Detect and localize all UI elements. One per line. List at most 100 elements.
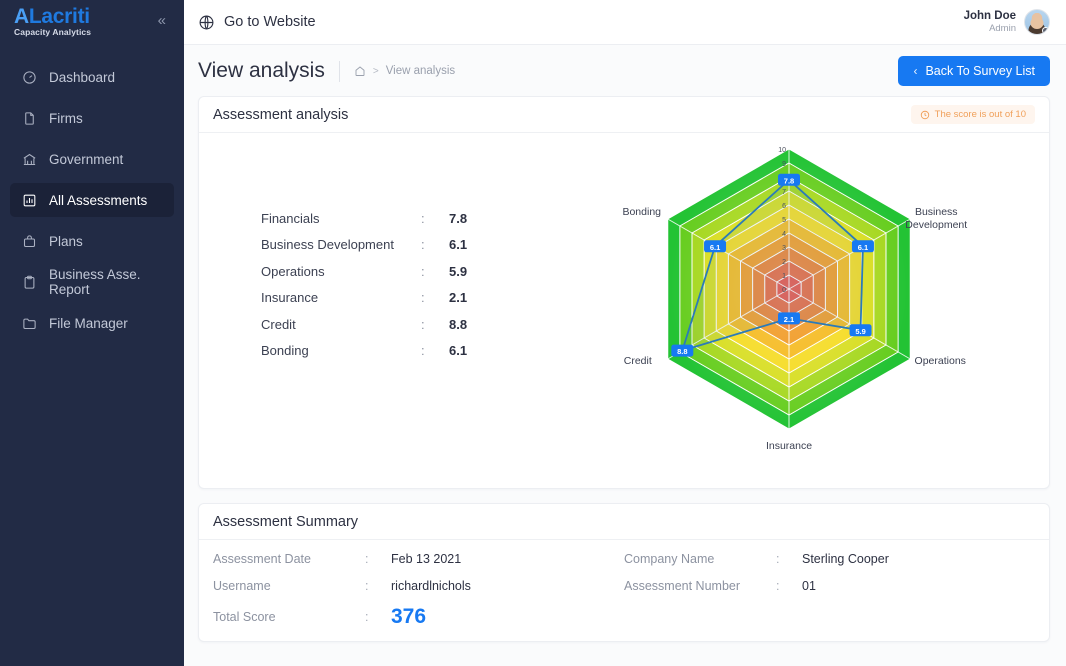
breadcrumb-separator: > bbox=[373, 66, 379, 77]
radar-axis-label: Insurance bbox=[766, 440, 812, 452]
page-title: View analysis bbox=[198, 59, 325, 83]
assessment-summary-body: Assessment Date : Feb 13 2021 Company Na… bbox=[199, 540, 1049, 641]
sidebar-item-label: Plans bbox=[49, 234, 83, 249]
score-colon: : bbox=[421, 290, 449, 305]
score-row: Bonding : 6.1 bbox=[261, 338, 599, 365]
score-value: 5.9 bbox=[449, 264, 467, 279]
logo-letter-a: A bbox=[14, 6, 29, 27]
avatar-status-dot bbox=[1042, 27, 1049, 34]
score-row: Credit : 8.8 bbox=[261, 311, 599, 338]
breadcrumb: > View analysis bbox=[354, 65, 455, 77]
summary-colon: : bbox=[365, 579, 391, 593]
user-role: Admin bbox=[964, 23, 1016, 35]
score-value: 8.8 bbox=[449, 317, 467, 332]
svg-text:7.8: 7.8 bbox=[784, 176, 794, 185]
radar-axis-label: Development bbox=[905, 219, 967, 231]
svg-text:5.9: 5.9 bbox=[855, 327, 865, 336]
sidebar-item-dashboard[interactable]: Dashboard bbox=[10, 60, 174, 94]
speedometer-icon bbox=[22, 70, 37, 85]
svg-text:8.8: 8.8 bbox=[677, 347, 687, 356]
score-colon: : bbox=[421, 264, 449, 279]
document-icon bbox=[22, 111, 37, 126]
page-header-left: View analysis > View analysis bbox=[198, 59, 455, 83]
summary-label: Username bbox=[213, 579, 365, 593]
score-value: 6.1 bbox=[449, 237, 467, 252]
radar-chart: 0123456789107.86.15.92.18.86.1Financials… bbox=[599, 133, 1049, 488]
summary-value: 01 bbox=[802, 579, 816, 593]
radar-point-label: 2.1 bbox=[778, 312, 800, 324]
go-to-website-label: Go to Website bbox=[224, 14, 316, 30]
sidebar-item-all-assessments[interactable]: All Assessments bbox=[10, 183, 174, 217]
summary-value: Sterling Cooper bbox=[802, 552, 889, 566]
logo-subtitle: Capacity Analytics bbox=[14, 28, 91, 37]
assessment-summary-card: Assessment Summary Assessment Date : Feb… bbox=[198, 503, 1050, 642]
summary-colon: : bbox=[776, 552, 802, 566]
sidebar-item-business-asse-report[interactable]: Business Asse. Report bbox=[10, 265, 174, 299]
score-value: 7.8 bbox=[449, 211, 467, 226]
radar-point-label: 7.8 bbox=[778, 174, 800, 186]
sidebar-item-file-manager[interactable]: File Manager bbox=[10, 306, 174, 340]
chart-box-icon bbox=[22, 193, 37, 208]
back-button-label: Back To Survey List bbox=[925, 64, 1035, 78]
score-colon: : bbox=[421, 237, 449, 252]
page-header-divider bbox=[339, 61, 340, 82]
chevron-left-icon: ‹ bbox=[913, 64, 917, 78]
sidebar-item-plans[interactable]: Plans bbox=[10, 224, 174, 258]
radar-axis-label: Credit bbox=[624, 355, 652, 367]
sidebar: A Lacriti Capacity Analytics « Dashboard… bbox=[0, 0, 184, 666]
clock-icon bbox=[920, 110, 930, 120]
sidebar-item-firms[interactable]: Firms bbox=[10, 101, 174, 135]
sidebar-collapse-icon[interactable]: « bbox=[158, 13, 166, 28]
sidebar-item-label: Government bbox=[49, 152, 123, 167]
back-to-survey-list-button[interactable]: ‹ Back To Survey List bbox=[898, 56, 1050, 86]
globe-icon bbox=[198, 14, 215, 31]
user-menu[interactable]: John Doe Admin bbox=[964, 9, 1050, 35]
radar-point-label: 8.8 bbox=[671, 345, 693, 357]
radar-axis-label: Bonding bbox=[622, 206, 661, 218]
radar-point-label: 6.1 bbox=[704, 240, 726, 252]
svg-text:6.1: 6.1 bbox=[710, 243, 720, 252]
score-list: Financials : 7.8 Business Development : … bbox=[199, 133, 599, 488]
logo-word: Lacriti bbox=[29, 6, 90, 27]
assessment-analysis-header: Assessment analysis The score is out of … bbox=[199, 97, 1049, 133]
main-area: Go to Website John Doe Admin View analys… bbox=[184, 0, 1066, 666]
home-icon[interactable] bbox=[354, 65, 366, 77]
summary-row: Assessment Number : 01 bbox=[624, 579, 1035, 593]
radar-chart-svg: 0123456789107.86.15.92.18.86.1Financials… bbox=[599, 133, 1029, 488]
summary-row-total: Total Score : 376 bbox=[213, 606, 624, 627]
sidebar-item-label: File Manager bbox=[49, 316, 128, 331]
user-name: John Doe bbox=[964, 9, 1016, 23]
breadcrumb-current: View analysis bbox=[386, 65, 455, 77]
card-title: Assessment Summary bbox=[213, 514, 358, 530]
app-logo: A Lacriti bbox=[14, 6, 91, 27]
svg-text:2.1: 2.1 bbox=[784, 315, 794, 324]
page-header: View analysis > View analysis ‹ Back To … bbox=[184, 45, 1066, 96]
score-label: Insurance bbox=[261, 290, 421, 305]
avatar[interactable] bbox=[1024, 9, 1050, 35]
score-row: Financials : 7.8 bbox=[261, 205, 599, 232]
svg-text:6.1: 6.1 bbox=[858, 243, 868, 252]
sidebar-item-government[interactable]: Government bbox=[10, 142, 174, 176]
score-value: 2.1 bbox=[449, 290, 467, 305]
score-row: Business Development : 6.1 bbox=[261, 232, 599, 259]
radar-tick-label: 10 bbox=[778, 147, 786, 154]
score-label: Credit bbox=[261, 317, 421, 332]
status-badge-label: The score is out of 10 bbox=[935, 109, 1026, 120]
score-row: Operations : 5.9 bbox=[261, 258, 599, 285]
folder-icon bbox=[22, 316, 37, 331]
summary-label: Assessment Number bbox=[624, 579, 776, 593]
user-meta: John Doe Admin bbox=[964, 9, 1016, 35]
status-badge: The score is out of 10 bbox=[911, 105, 1035, 124]
go-to-website-button[interactable]: Go to Website bbox=[198, 14, 316, 31]
topbar: Go to Website John Doe Admin bbox=[184, 0, 1066, 45]
sidebar-item-label: Firms bbox=[49, 111, 83, 126]
content-area: Assessment analysis The score is out of … bbox=[184, 96, 1066, 666]
sidebar-item-label: Business Asse. Report bbox=[49, 267, 162, 297]
score-label: Financials bbox=[261, 211, 421, 226]
app-root: A Lacriti Capacity Analytics « Dashboard… bbox=[0, 0, 1066, 666]
radar-point-label: 5.9 bbox=[850, 324, 872, 336]
summary-row: Assessment Date : Feb 13 2021 bbox=[213, 552, 624, 566]
summary-label: Company Name bbox=[624, 552, 776, 566]
summary-row: Username : richardlnichols bbox=[213, 579, 624, 593]
total-score-value: 376 bbox=[391, 606, 426, 627]
